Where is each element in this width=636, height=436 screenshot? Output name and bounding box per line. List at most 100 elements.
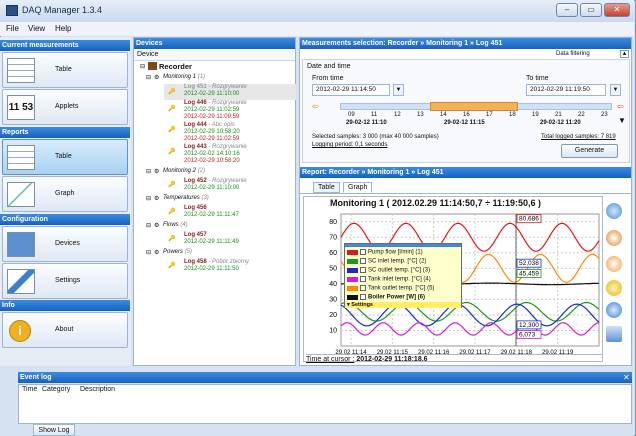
group-icon: ⚙ (154, 75, 160, 81)
expand-icon[interactable]: ⊟ (146, 168, 151, 175)
tab-graph[interactable]: Graph (343, 182, 373, 193)
expand-icon[interactable]: ⊟ (140, 63, 145, 70)
scroll-left-icon[interactable]: ⇦ (312, 102, 319, 111)
nav-devices-button[interactable]: Devices (2, 226, 128, 262)
log-451-label: Log 451 - Rozgrywanie (184, 84, 247, 90)
tree-log-443[interactable]: Log 443 - Rozgrywanie (184, 144, 247, 150)
timeline-tick: 12 (394, 112, 401, 118)
timeline-tick: 16 (463, 112, 470, 118)
zoom-in-icon[interactable] (606, 203, 622, 219)
nav-graph-button[interactable]: Graph (2, 176, 128, 212)
from-time-label: From time (312, 75, 344, 82)
tree-temperatures[interactable]: Temperatures (3) (163, 195, 209, 201)
tree-monitoring-1[interactable]: Monitoring 1 (1) (163, 74, 205, 80)
tree-monitoring-2[interactable]: Monitoring 2 (2) (163, 168, 205, 174)
data-filtering-label[interactable]: Data filtering (556, 51, 590, 57)
print-icon[interactable] (606, 326, 622, 342)
timeline-tick: 14 (440, 112, 447, 118)
cursor-value-label: 52,038 (519, 260, 539, 267)
from-dropdown-icon[interactable]: ▼ (393, 84, 404, 96)
expand-icon[interactable]: ⊟ (146, 195, 151, 202)
log-444-start: 2012-02-29 10:58:20 (184, 129, 240, 135)
logging-period[interactable]: Logging period: 0,1 seconds (312, 142, 387, 148)
menu-file[interactable]: File (6, 24, 19, 33)
menu-view[interactable]: View (28, 24, 45, 33)
table-icon (7, 58, 35, 83)
menu-bar (0, 22, 634, 36)
legend-item-6[interactable]: Boiler Power [W] (6) (347, 294, 425, 301)
expand-icon[interactable]: ⊟ (146, 222, 151, 229)
applets-icon: 11 53 (7, 95, 35, 120)
show-log-button[interactable]: Show Log (33, 424, 75, 436)
timeline-tick: 19 (532, 112, 539, 118)
nav-reports-table-button[interactable]: Table (2, 139, 128, 175)
log-icon: 🔑 (168, 263, 176, 269)
tree-log-458[interactable]: Log 458 - Pobór zbiorny (184, 259, 249, 265)
zoom-out-icon[interactable] (606, 230, 622, 246)
group-icon: ⚙ (154, 250, 160, 256)
to-time-input[interactable]: 2012-02-29 11:19:50 (526, 84, 606, 96)
close-button[interactable]: ✕ (604, 3, 630, 17)
expand-down-icon[interactable]: ▼ (618, 116, 626, 125)
log-451-time: 2012-02-29 11:10:00 (184, 91, 240, 97)
tree-powers[interactable]: Powers (5) (163, 249, 192, 255)
tree-log-457[interactable]: Log 457 (184, 232, 207, 238)
report-header: Report: Recorder » Monitoring 1 » Log 45… (300, 167, 631, 178)
app-icon (6, 5, 18, 16)
timeline-tick: 13 (417, 112, 424, 118)
col-category[interactable]: Category (42, 386, 70, 393)
nav-applets-button[interactable]: 11 53 Applets (2, 89, 128, 125)
refresh-icon[interactable] (606, 280, 622, 296)
log-452-time: 2012-02-29 11:10:00 (184, 185, 240, 191)
y-tick-label: 30 (329, 296, 337, 303)
log-icon: 🔑 (168, 89, 176, 95)
info-icon: i (9, 320, 31, 342)
col-time[interactable]: Time (22, 386, 37, 393)
from-time-input[interactable]: 2012-02-29 11:14:50 (312, 84, 390, 96)
zoom-fit-icon[interactable] (606, 256, 622, 272)
timeline-tick: 22 (578, 112, 585, 118)
nav-table-button[interactable]: Table (2, 52, 128, 88)
maximize-button[interactable]: ▭ (580, 3, 602, 17)
legend-item-1[interactable]: Pump flow [l/min] (1) (347, 249, 423, 256)
devices-header: Devices (134, 38, 295, 49)
legend-item-3[interactable]: SC outlet temp. [°C] (3) (347, 267, 430, 274)
y-tick-label: 60 (329, 250, 337, 257)
tree-recorder[interactable]: Recorder (159, 62, 192, 71)
legend-item-2[interactable]: SC inlet temp. [°C] (2) (347, 258, 426, 265)
cursor-value-label: 80,686 (519, 216, 539, 223)
collapse-up-icon[interactable]: ▲ (620, 50, 629, 58)
legend-item-5[interactable]: Tank outlet temp. [°C] (5) (347, 285, 434, 292)
nav-settings-button[interactable]: Settings (2, 263, 128, 299)
timeline-tick: 21 (555, 112, 562, 118)
expand-icon[interactable]: ⊟ (146, 249, 151, 256)
log-icon: 🔑 (168, 209, 176, 215)
tree-log-446[interactable]: Log 446 - Rozgrywanie (184, 100, 247, 106)
expand-icon[interactable]: ⊟ (146, 74, 151, 81)
scroll-right-icon[interactable]: ⇦ (617, 102, 624, 111)
to-dropdown-icon[interactable]: ▼ (610, 84, 621, 96)
info-icon[interactable] (606, 302, 622, 318)
menu-help[interactable]: Help (55, 24, 71, 33)
tree-log-444[interactable]: Log 444 - Abc opis (184, 122, 235, 128)
tree-log-452[interactable]: Log 452 - Rozgrywanie (184, 178, 247, 184)
legend-settings[interactable]: ▾ Settings (345, 302, 461, 308)
legend-item-4[interactable]: Tank inlet temp. [°C] (4) (347, 276, 431, 283)
minimize-button[interactable]: – (556, 3, 578, 17)
col-description[interactable]: Description (80, 386, 115, 393)
selection-header: Measurements selection: Recorder » Monit… (300, 38, 631, 49)
group-icon: ⚙ (154, 223, 160, 229)
timeline-label-start: 29-02-12 11:10 (346, 120, 387, 126)
info-header: Info (0, 300, 130, 311)
tree-log-456[interactable]: Log 456 (184, 205, 207, 211)
y-tick-label: 10 (329, 327, 337, 334)
tree-flows[interactable]: Flows (4) (163, 222, 188, 228)
close-icon[interactable]: ✕ (623, 372, 630, 383)
log-icon: 🔑 (168, 236, 176, 242)
tab-table[interactable]: Table (313, 182, 340, 193)
table-icon (7, 145, 35, 170)
generate-button[interactable]: Generate (561, 144, 618, 158)
nav-about-button[interactable]: i About (2, 312, 128, 348)
legend-titlebar (345, 244, 461, 247)
group-icon: ⚙ (154, 196, 160, 202)
